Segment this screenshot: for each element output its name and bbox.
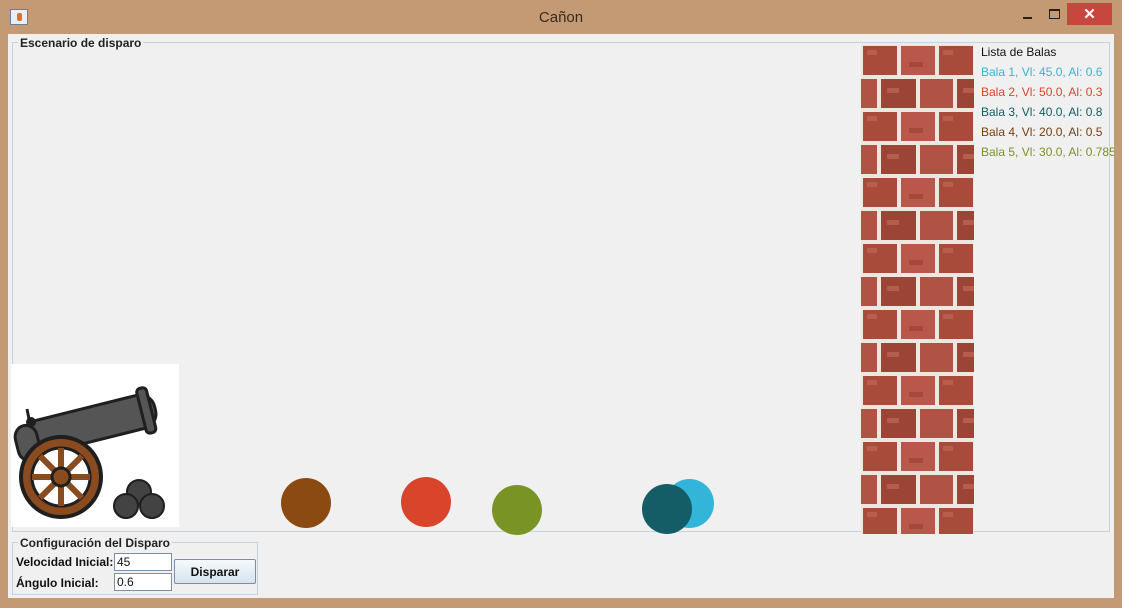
- list-item[interactable]: Bala 2, Vl: 50.0, Al: 0.3: [981, 82, 1114, 102]
- window-minimize-icon[interactable]: [1016, 3, 1038, 25]
- list-item[interactable]: Bala 1, Vl: 45.0, Al: 0.6: [981, 62, 1114, 82]
- list-item[interactable]: Bala 4, Vl: 20.0, Al: 0.5: [981, 122, 1114, 142]
- title-bar[interactable]: Cañon ✕: [0, 0, 1122, 34]
- fire-button[interactable]: Disparar: [174, 559, 256, 584]
- ball-bala-3: [642, 484, 692, 534]
- window-title: Cañon: [538, 9, 584, 26]
- angle-label: Ángulo Inicial:: [16, 576, 99, 590]
- brick-wall-icon: [861, 44, 974, 534]
- scenario-title: Escenario de disparo: [18, 36, 144, 50]
- velocity-label: Velocidad Inicial:: [16, 555, 114, 569]
- application-window: Cañon ✕ Escenario de disparo Lista de Ba…: [0, 0, 1122, 608]
- cannon-icon: [11, 364, 179, 527]
- client-area: Escenario de disparo Lista de Balas Bala…: [8, 34, 1114, 598]
- bullet-list-title: Lista de Balas: [981, 45, 1057, 59]
- list-item[interactable]: Bala 3, Vl: 40.0, Al: 0.8: [981, 102, 1114, 122]
- config-title: Configuración del Disparo: [18, 536, 173, 550]
- ball-bala-5: [492, 485, 542, 535]
- angle-input[interactable]: 0.6: [114, 573, 172, 591]
- list-item[interactable]: Bala 5, Vl: 30.0, Al: 0.785: [981, 142, 1114, 162]
- ball-bala-4: [281, 478, 331, 528]
- window-close-icon[interactable]: ✕: [1067, 3, 1112, 25]
- window-maximize-icon[interactable]: [1043, 3, 1065, 25]
- ball-bala-2: [401, 477, 451, 527]
- velocity-input[interactable]: 45: [114, 553, 172, 571]
- bullet-list: Lista de Balas Bala 1, Vl: 45.0, Al: 0.6…: [981, 42, 1114, 172]
